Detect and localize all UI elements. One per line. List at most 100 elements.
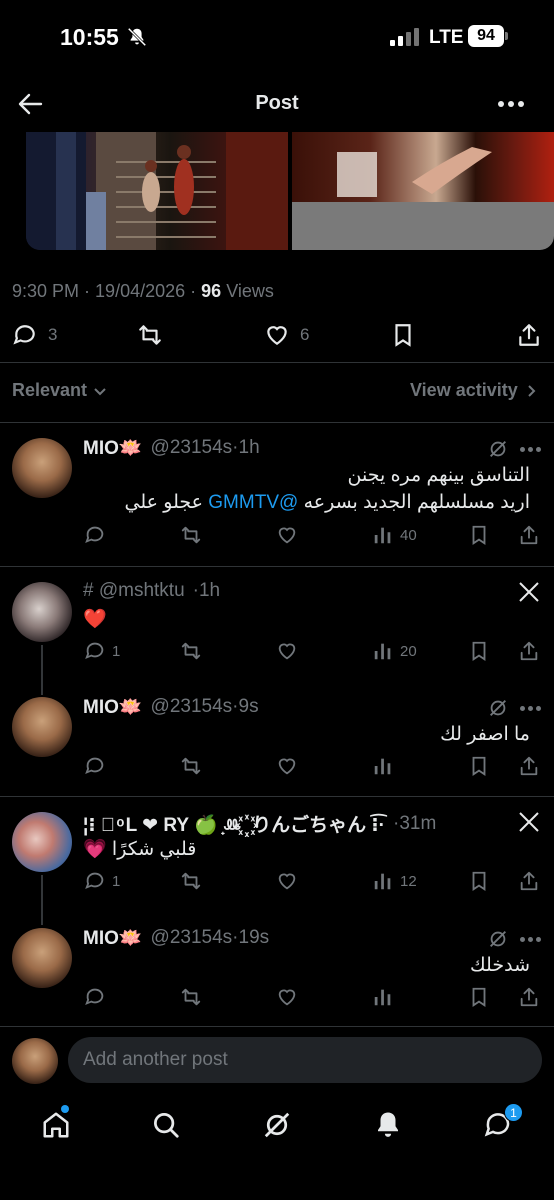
sort-label: Relevant xyxy=(12,380,88,400)
reply-button[interactable] xyxy=(84,524,106,546)
reply-item[interactable]: MIO🪷 @23154s·9s ما اصفر لك xyxy=(0,693,554,793)
repost-button[interactable] xyxy=(180,986,202,1008)
reply-text: التناسق بينهم مره يجنن اريد مسلسلهم الجد… xyxy=(125,462,530,516)
search-icon[interactable] xyxy=(151,1110,181,1140)
x-logo-icon[interactable] xyxy=(517,810,541,834)
like-button[interactable] xyxy=(276,524,298,546)
reply-text: قلبي شكرًا 💗 xyxy=(83,839,197,860)
bookmark-button[interactable] xyxy=(468,986,490,1008)
views-icon xyxy=(374,527,391,544)
home-icon[interactable] xyxy=(41,1110,71,1140)
display-name[interactable]: MIO🪷 xyxy=(83,926,143,950)
views-button[interactable]: 20 xyxy=(372,640,417,662)
share-button[interactable] xyxy=(516,322,542,348)
repost-icon xyxy=(181,642,201,660)
x-logo-icon[interactable] xyxy=(517,580,541,604)
avatar[interactable] xyxy=(12,582,72,642)
more-icon[interactable] xyxy=(520,703,544,713)
share-button[interactable] xyxy=(518,755,540,777)
repost-button[interactable] xyxy=(180,755,202,777)
display-name[interactable]: MIO🪷 xyxy=(83,695,143,719)
display-name[interactable]: MIO🪷 xyxy=(83,436,143,460)
avatar[interactable] xyxy=(12,928,72,988)
grok-icon[interactable] xyxy=(487,697,509,719)
views-button[interactable] xyxy=(372,755,394,777)
composer-box[interactable] xyxy=(68,1037,542,1083)
views-count: 12 xyxy=(400,872,417,890)
avatar[interactable] xyxy=(12,697,72,757)
mention-link[interactable]: @GMMTV xyxy=(208,492,298,513)
bookmark-icon xyxy=(472,641,486,661)
reply-item[interactable]: MIO🪷 @23154s·19s شدخلك xyxy=(0,924,554,1024)
more-icon[interactable] xyxy=(498,94,528,114)
share-button[interactable] xyxy=(518,986,540,1008)
repost-button[interactable] xyxy=(137,322,163,348)
like-icon xyxy=(278,989,296,1006)
share-button[interactable] xyxy=(518,870,540,892)
repost-button[interactable] xyxy=(180,640,202,662)
bookmark-icon xyxy=(472,987,486,1007)
grok-icon[interactable] xyxy=(487,928,509,950)
reply-button[interactable]: 1 xyxy=(84,640,120,662)
media-image-1[interactable] xyxy=(26,132,288,250)
bookmark-button[interactable] xyxy=(390,322,416,348)
like-button[interactable]: 6 xyxy=(264,322,309,348)
handle: @23154s xyxy=(150,927,233,948)
bookmark-button[interactable] xyxy=(468,640,490,662)
share-icon xyxy=(520,987,538,1007)
bookmark-button[interactable] xyxy=(468,870,490,892)
reply-line-2: اريد مسلسلهم الجديد بسرعه @GMMTV عجلو عل… xyxy=(124,492,530,513)
like-button[interactable] xyxy=(276,870,298,892)
grok-icon[interactable] xyxy=(487,438,509,460)
reply-actions xyxy=(0,986,554,1012)
status-bar: 10:55 LTE 94 xyxy=(0,0,554,76)
reply-button[interactable] xyxy=(84,755,106,777)
media-image-2[interactable] xyxy=(292,132,554,250)
notifications-icon[interactable] xyxy=(373,1110,403,1140)
display-name[interactable]: ¦⁝ ᷞ ͦ L ❤ RY 🍏 ̟ꔛ ꙰ りんごちゃん ⁝͡· xyxy=(83,810,385,837)
post-date: 19/04/2026 xyxy=(95,281,186,301)
chevron-right-icon xyxy=(528,384,536,397)
bookmark-icon xyxy=(472,871,486,891)
share-button[interactable] xyxy=(518,640,540,662)
more-icon[interactable] xyxy=(520,444,544,454)
repost-button[interactable] xyxy=(180,870,202,892)
more-icon[interactable] xyxy=(520,934,544,944)
like-button[interactable] xyxy=(276,986,298,1008)
reply-text: شدخلك xyxy=(470,955,530,976)
grok-nav-icon[interactable] xyxy=(262,1110,292,1140)
views-button[interactable] xyxy=(372,986,394,1008)
repost-button[interactable] xyxy=(180,524,202,546)
bookmark-button[interactable] xyxy=(468,755,490,777)
reply-actions: 40 xyxy=(0,524,554,550)
reply-actions xyxy=(0,755,554,781)
bookmark-button[interactable] xyxy=(468,524,490,546)
reply-icon xyxy=(85,757,104,775)
sort-dropdown[interactable]: Relevant xyxy=(12,380,107,401)
views-button[interactable]: 12 xyxy=(372,870,417,892)
like-button[interactable] xyxy=(276,640,298,662)
page-title: Post xyxy=(255,92,299,114)
reply-item[interactable]: MIO🪷 @23154s·1h التناسق بينهم مره يجنن ا… xyxy=(0,434,554,564)
views-button[interactable]: 40 xyxy=(372,524,417,546)
reply-actions: 1 20 xyxy=(0,640,554,666)
avatar[interactable] xyxy=(12,812,72,872)
divider xyxy=(0,362,554,363)
bookmark-icon xyxy=(395,324,411,347)
view-activity-link[interactable]: View activity xyxy=(410,380,538,401)
reply-item[interactable]: ¦⁝ ᷞ ͦ L ❤ RY 🍏 ̟ꔛ ꙰ りんごちゃん ⁝͡· ·31m قلب… xyxy=(0,808,554,908)
divider xyxy=(0,566,554,567)
post-meta: 9:30 PM · 19/04/2026 · 96 Views xyxy=(12,281,274,301)
reply-button[interactable] xyxy=(84,986,106,1008)
reply-item[interactable]: # @mshtktu ·1h ❤️ 1 20 xyxy=(0,578,554,678)
avatar[interactable] xyxy=(12,438,72,498)
display-name[interactable]: # @mshtktu xyxy=(83,580,185,602)
home-indicator-area xyxy=(0,1150,554,1200)
share-button[interactable] xyxy=(518,524,540,546)
add-post-input[interactable] xyxy=(68,1037,542,1083)
reply-button[interactable]: 1 xyxy=(84,870,120,892)
reply-icon xyxy=(85,526,104,544)
like-button[interactable] xyxy=(276,755,298,777)
reply-button[interactable]: 3 xyxy=(12,322,57,348)
share-icon xyxy=(519,324,539,346)
